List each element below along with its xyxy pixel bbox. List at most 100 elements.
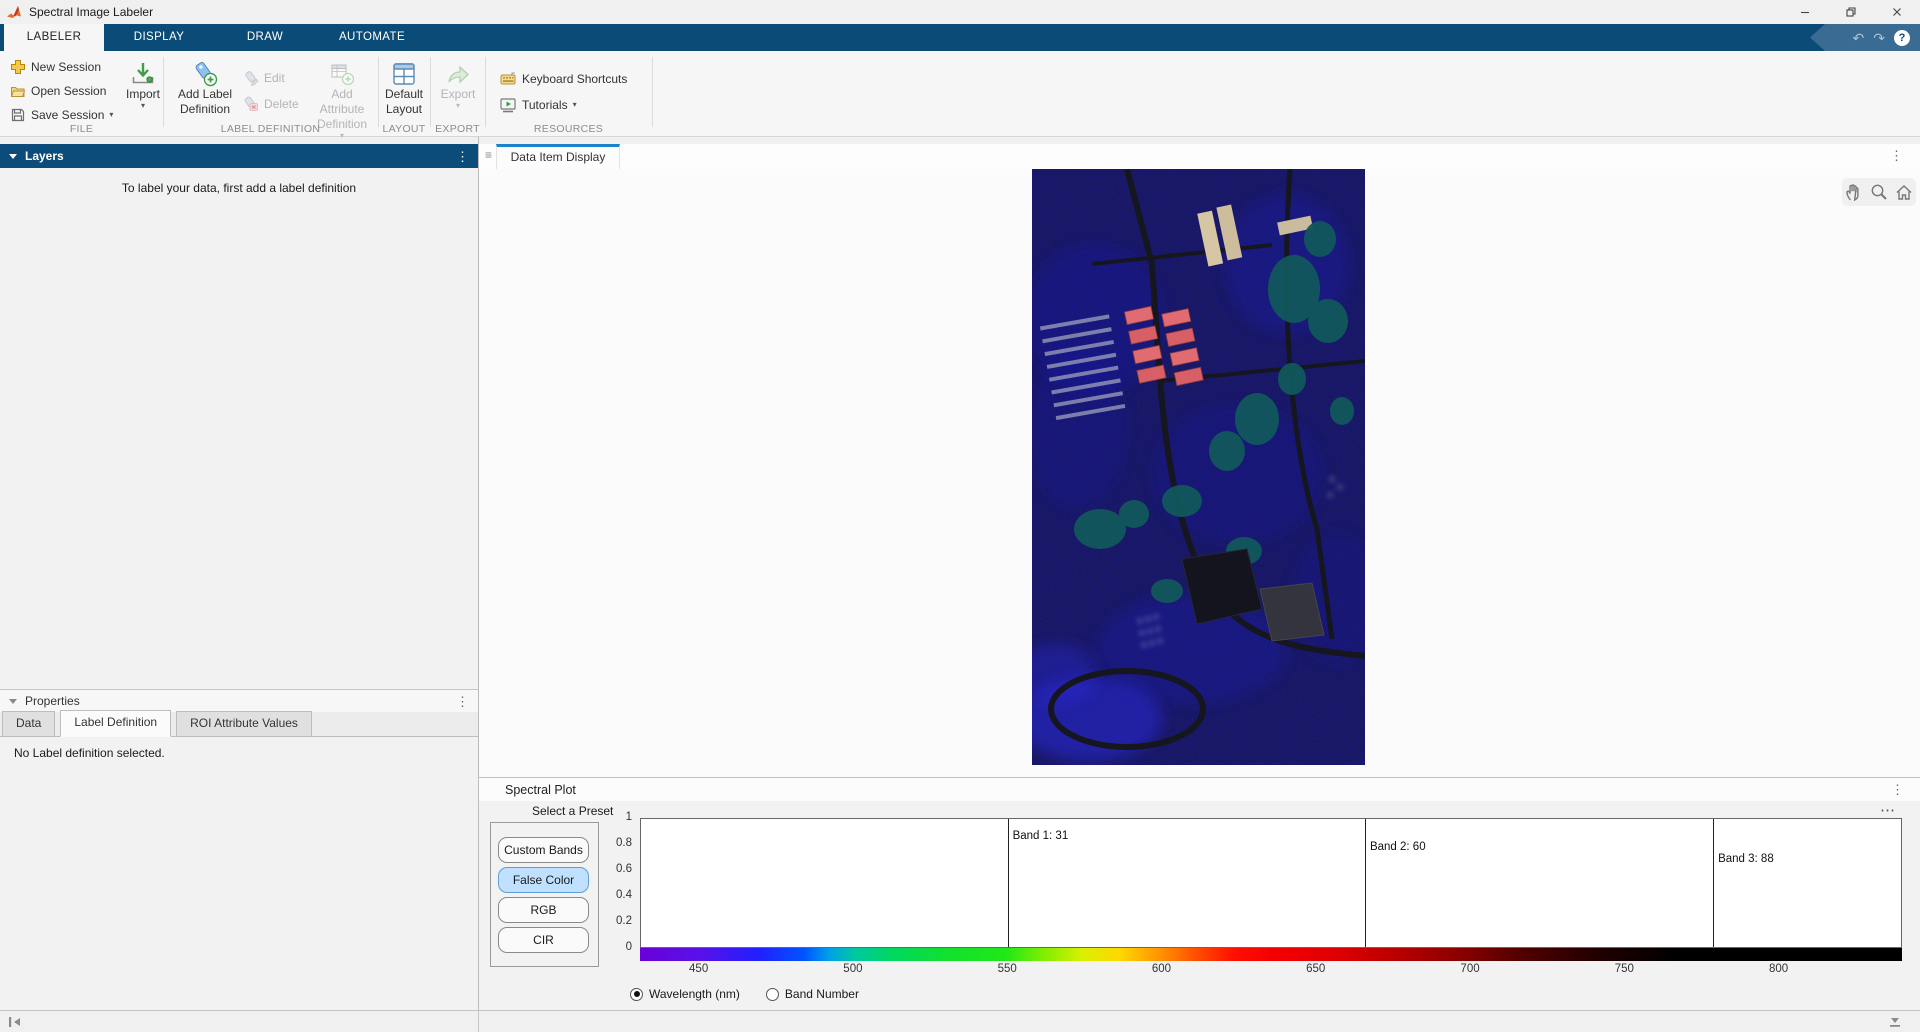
band-1-label: Band 1: 31	[1013, 830, 1069, 842]
chevron-down-icon: ▾	[573, 101, 577, 109]
minimize-button[interactable]	[1782, 0, 1828, 24]
help-icon[interactable]: ?	[1894, 30, 1910, 46]
layers-panel-body: To label your data, first add a label de…	[0, 168, 478, 689]
delete-label-button[interactable]: Delete	[243, 93, 299, 115]
hyperspectral-image[interactable]	[1032, 169, 1365, 765]
radio-unselected-icon[interactable]	[766, 988, 779, 1001]
band-3-line[interactable]	[1713, 819, 1714, 947]
properties-panel-title: Properties	[25, 694, 80, 708]
y-tick-label: 1	[600, 811, 632, 823]
y-tick-label: 0	[600, 941, 632, 953]
tab-roi-attribute-values[interactable]: ROI Attribute Values	[176, 711, 312, 736]
y-tick-label: 0.2	[600, 915, 632, 927]
tab-label-definition[interactable]: Label Definition	[60, 710, 171, 737]
dock-panel-left-icon[interactable]	[8, 1016, 22, 1028]
titlebar: Spectral Image Labeler	[0, 0, 1920, 24]
export-icon	[445, 61, 471, 87]
y-axis-ticks: 00.20.40.60.81	[603, 818, 635, 948]
spectral-menu-kebab-icon[interactable]: ⋮	[1891, 783, 1904, 796]
chevron-down-icon: ▾	[141, 102, 145, 110]
tutorials-icon	[499, 96, 517, 114]
redo-icon[interactable]: ↷	[1873, 31, 1885, 45]
group-label-file: FILE	[0, 123, 163, 135]
x-tick-label: 750	[1615, 963, 1634, 975]
tab-labeler[interactable]: LABELER	[4, 24, 104, 51]
properties-menu-kebab-icon[interactable]: ⋮	[456, 695, 469, 708]
tab-data-item-display[interactable]: Data Item Display	[496, 144, 620, 169]
x-tick-label: 650	[1306, 963, 1325, 975]
export-button[interactable]: Export ▾	[434, 55, 482, 110]
default-layout-button[interactable]: Default Layout	[380, 55, 428, 117]
spectral-plot-header[interactable]: Spectral Plot ⋮	[479, 777, 1920, 801]
viewer-menu-kebab-icon[interactable]: ⋮	[1890, 148, 1903, 164]
close-button[interactable]	[1874, 0, 1920, 24]
preset-false-color-button[interactable]: False Color	[498, 867, 589, 893]
properties-panel-body: No Label definition selected.	[0, 737, 478, 1010]
delete-icon	[243, 96, 259, 112]
undo-icon[interactable]: ↶	[1853, 31, 1865, 45]
restore-button[interactable]	[1828, 0, 1874, 24]
band-2-line[interactable]	[1365, 819, 1366, 947]
tab-data[interactable]: Data	[2, 711, 55, 736]
wavelength-spectrum-colorbar	[640, 948, 1902, 961]
zoom-magnifier-icon[interactable]	[1869, 182, 1889, 202]
y-tick-label: 0.4	[600, 889, 632, 901]
open-session-button[interactable]: Open Session	[10, 80, 106, 102]
spectral-plot-axes[interactable]: Band 1: 31 Band 2: 60 Band 3: 88	[640, 818, 1902, 948]
quick-access-toolbar: ↶ ↷ ?	[1810, 24, 1920, 51]
group-label-export: EXPORT	[430, 123, 485, 135]
layers-panel-header[interactable]: Layers ⋮	[0, 144, 478, 168]
collapse-triangle-icon[interactable]	[9, 699, 17, 704]
preset-rgb-button[interactable]: RGB	[498, 897, 589, 923]
edit-label-button[interactable]: Edit	[243, 67, 285, 89]
ribbon-toolbar: New Session Open Session Save Session ▾ …	[0, 51, 1920, 137]
import-icon	[130, 61, 156, 87]
group-label-layout: LAYOUT	[378, 123, 430, 135]
collapse-panel-down-icon[interactable]	[1888, 1016, 1902, 1028]
tab-display[interactable]: DISPLAY	[114, 24, 204, 51]
chevron-down-icon: ▾	[456, 102, 460, 110]
plot-options-ellipsis-icon[interactable]: ⋯	[1880, 801, 1896, 819]
matlab-logo-icon	[6, 4, 22, 20]
open-session-icon	[10, 83, 26, 99]
band-3-label: Band 3: 88	[1718, 853, 1774, 865]
wavelength-radio-option[interactable]: Wavelength (nm)	[630, 987, 740, 1001]
x-tick-label: 800	[1769, 963, 1788, 975]
import-button[interactable]: Import ▾	[120, 55, 166, 110]
layers-menu-kebab-icon[interactable]: ⋮	[456, 150, 469, 163]
properties-panel-header[interactable]: Properties ⋮	[0, 689, 478, 712]
x-tick-label: 550	[998, 963, 1017, 975]
spectral-plot-title: Spectral Plot	[505, 783, 576, 797]
new-session-button[interactable]: New Session	[10, 56, 101, 78]
group-label-label-definition: LABEL DEFINITION	[163, 123, 378, 135]
window-title: Spectral Image Labeler	[29, 5, 153, 19]
band-number-radio-option[interactable]: Band Number	[766, 987, 859, 1001]
keyboard-shortcuts-button[interactable]: Keyboard Shortcuts	[499, 68, 627, 90]
tab-automate[interactable]: AUTOMATE	[322, 24, 422, 51]
keyboard-shortcuts-icon	[499, 70, 517, 88]
add-attribute-definition-icon	[329, 61, 355, 87]
viewer-tabbar: ≡ Data Item Display ⋮	[479, 144, 1920, 169]
radio-selected-icon[interactable]	[630, 988, 643, 1001]
properties-tabbar: Data Label Definition ROI Attribute Valu…	[0, 712, 478, 737]
preset-custom-bands-button[interactable]: Custom Bands	[498, 837, 589, 863]
spectral-plot-body: Select a Preset Custom Bands False Color…	[479, 801, 1920, 1010]
viewer-content	[479, 169, 1920, 777]
band-1-line[interactable]	[1008, 819, 1009, 947]
tab-draw[interactable]: DRAW	[222, 24, 308, 51]
y-tick-label: 0.8	[600, 837, 632, 849]
add-label-definition-button[interactable]: Add Label Definition	[172, 55, 238, 117]
tutorials-button[interactable]: Tutorials ▾	[499, 94, 577, 116]
x-axis-mode-options: Wavelength (nm) Band Number	[630, 987, 859, 1001]
home-reset-icon[interactable]	[1894, 182, 1914, 202]
x-tick-label: 700	[1460, 963, 1479, 975]
band-2-label: Band 2: 60	[1370, 841, 1426, 853]
preset-cir-button[interactable]: CIR	[498, 927, 589, 953]
add-label-definition-icon	[192, 61, 218, 87]
view-tools	[1842, 178, 1916, 206]
document-handle-icon[interactable]: ≡	[485, 148, 492, 162]
statusbar	[0, 1010, 1920, 1032]
collapse-triangle-icon[interactable]	[9, 154, 17, 159]
pan-hand-icon[interactable]	[1844, 182, 1864, 202]
layers-panel-title: Layers	[25, 149, 64, 163]
